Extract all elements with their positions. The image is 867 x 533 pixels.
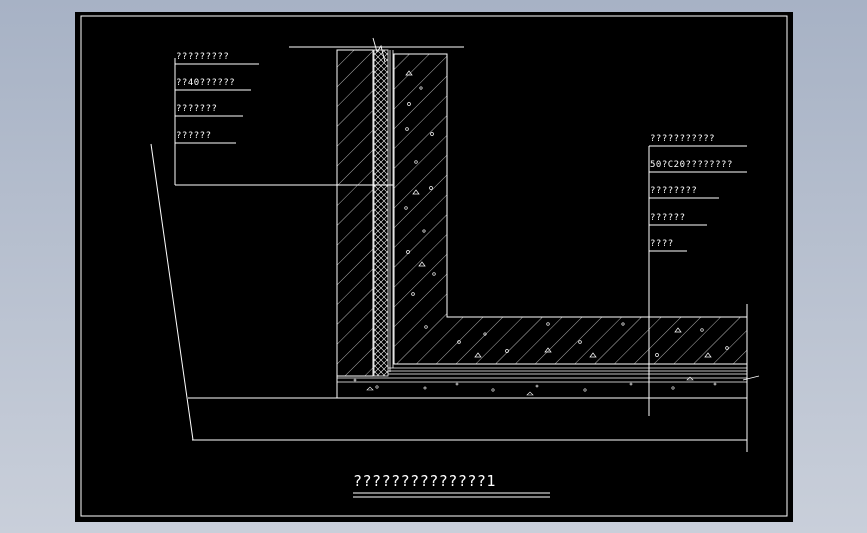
cad-drawing-sheet: ????????? ??40?????? ??????? ?????? ????… [75,12,793,522]
drawing-title: ??????????????1 [353,472,496,490]
right-callout-1: ??????????? [650,134,716,144]
insulation-layer [373,49,389,377]
right-callout-3: ???????? [650,186,698,196]
left-callout-4: ?????? [176,131,212,141]
cushion-layer-marks [353,376,717,396]
left-callout-2: ??40?????? [176,78,236,88]
protection-wall-hatched [336,49,374,377]
right-callout-4: ?????? [650,213,686,223]
waterproof-detail-drawing [80,15,788,517]
left-callout-1: ????????? [176,52,230,62]
excavation-slope-line [150,143,194,441]
right-callout-2: 50?C20???????? [650,160,733,170]
concrete-structure-l-shape [393,53,748,365]
left-callout-3: ??????? [176,104,218,114]
right-callout-5: ???? [650,239,674,249]
